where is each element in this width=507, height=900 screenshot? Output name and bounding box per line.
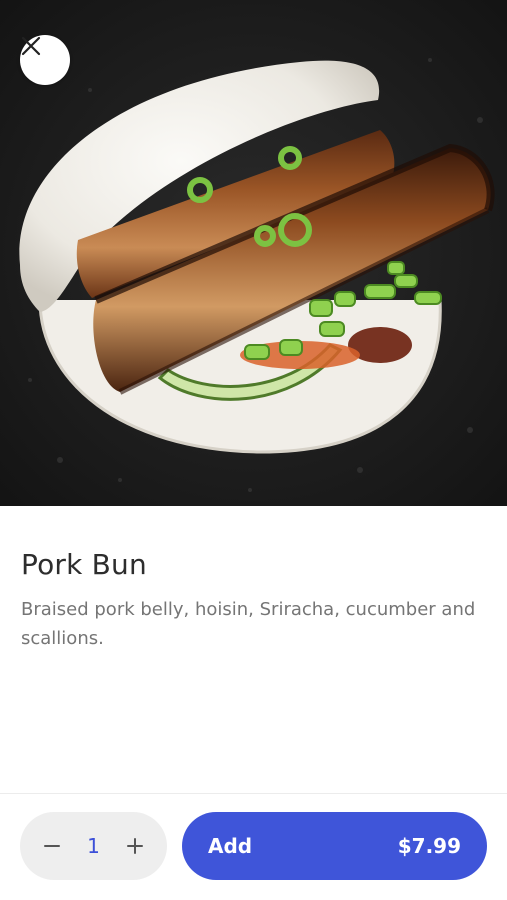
quantity-stepper: 1 [20, 812, 167, 880]
footer-divider [0, 793, 507, 794]
close-icon [21, 36, 41, 56]
add-to-cart-button[interactable]: Add $7.99 [182, 812, 487, 880]
add-button-label: Add [208, 834, 253, 858]
decrement-button[interactable] [40, 834, 64, 858]
product-details: Pork Bun Braised pork belly, hoisin, Sri… [21, 548, 486, 653]
product-title: Pork Bun [21, 548, 147, 581]
add-button-price: $7.99 [397, 834, 461, 858]
minus-icon [44, 845, 60, 847]
plus-icon [126, 838, 143, 854]
increment-button[interactable] [123, 834, 147, 858]
close-button[interactable] [20, 35, 70, 85]
pork-bun-illustration [0, 0, 507, 506]
quantity-value: 1 [87, 834, 100, 858]
product-description: Braised pork belly, hoisin, Sriracha, cu… [21, 599, 476, 649]
product-image [0, 0, 507, 506]
